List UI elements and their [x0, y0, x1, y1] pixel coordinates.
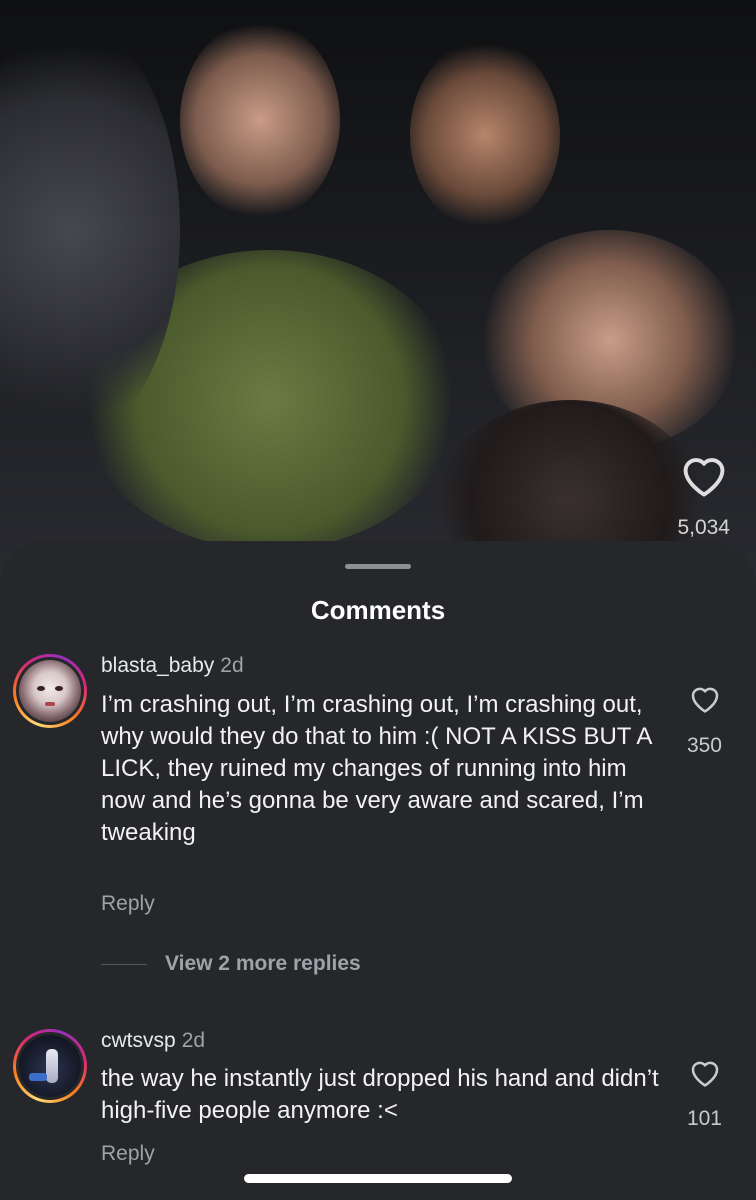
avatar-eye [37, 686, 45, 691]
home-indicator[interactable] [244, 1174, 512, 1183]
comment-text: I’m crashing out, I’m crashing out, I’m … [101, 691, 652, 846]
comment-like-count: 101 [686, 1107, 722, 1130]
comment-time: 2d [220, 654, 244, 677]
avatar-ring[interactable] [13, 1029, 87, 1103]
heart-outline-icon[interactable] [688, 1056, 722, 1088]
comment-username[interactable]: cwtsvsp [101, 1029, 176, 1052]
video-figure [410, 40, 560, 230]
avatar-figure [29, 1073, 47, 1081]
video-player[interactable]: 5,034 [0, 0, 756, 590]
comment-meta: cwtsvsp 2d [101, 1029, 205, 1053]
avatar [19, 660, 81, 722]
video-figure [180, 20, 340, 220]
view-more-replies-button[interactable]: View 2 more replies [165, 952, 361, 976]
sheet-title: Comments [310, 595, 446, 625]
avatar-eye [55, 686, 63, 691]
comment-meta: blasta_baby 2d [101, 654, 244, 678]
heart-outline-icon[interactable] [688, 682, 722, 714]
heart-outline-icon[interactable] [678, 448, 730, 500]
avatar [19, 1035, 81, 1097]
video-like-count: 5,034 [677, 516, 730, 539]
sheet-grabber[interactable] [345, 564, 411, 569]
avatar-figure [46, 1049, 58, 1083]
comment-username[interactable]: blasta_baby [101, 654, 214, 677]
reply-button[interactable]: Reply [101, 892, 155, 916]
avatar-mouth [45, 702, 55, 706]
comment-text: the way he instantly just dropped his ha… [101, 1065, 659, 1124]
avatar-ring[interactable] [13, 654, 87, 728]
comment-like-count: 350 [686, 734, 722, 757]
comment-time: 2d [181, 1029, 206, 1052]
reply-button[interactable]: Reply [101, 1142, 155, 1166]
view-replies-divider [101, 964, 147, 965]
